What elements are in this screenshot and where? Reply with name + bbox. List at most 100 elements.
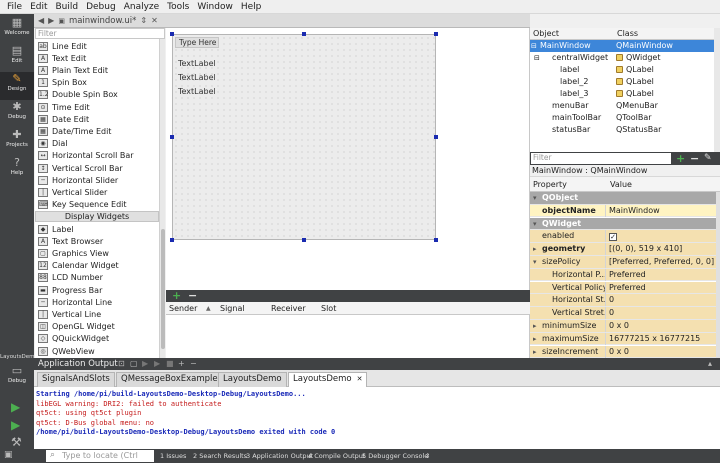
object-tree-row[interactable]: label QLabel bbox=[530, 64, 714, 76]
object-tree-row[interactable]: ⊟ MainWindow QMainWindow bbox=[530, 40, 714, 52]
property-value[interactable]: 0 x 0 bbox=[607, 346, 629, 358]
resize-handle[interactable] bbox=[170, 32, 174, 36]
widget-item[interactable]: ▢ Graphics View bbox=[35, 247, 159, 259]
configure-wrench-icon[interactable]: ✎ bbox=[704, 152, 712, 165]
output-tab-signals-and-slots[interactable]: SignalsAndSlots bbox=[37, 372, 115, 387]
mode-edit[interactable]: ▤ Edit bbox=[0, 44, 34, 72]
back-arrow-icon[interactable]: ◀ bbox=[38, 16, 44, 25]
attach-icon[interactable]: ⊡ bbox=[118, 358, 125, 370]
menu-file[interactable]: File bbox=[7, 2, 22, 12]
forward-arrow-icon[interactable]: ▶ bbox=[48, 16, 54, 25]
mode-welcome[interactable]: ▦ Welcome bbox=[0, 16, 34, 44]
run-icon[interactable]: ▶ bbox=[11, 400, 20, 414]
maximize-icon[interactable]: ▴ bbox=[708, 358, 712, 370]
remove-connection-icon[interactable]: − bbox=[188, 290, 197, 302]
col-class[interactable]: Class bbox=[617, 29, 638, 38]
widget-filter-input[interactable]: Filter bbox=[35, 28, 165, 39]
widget-item[interactable]: ▦ Date/Time Edit bbox=[35, 125, 159, 137]
widget-item[interactable]: ab Line Edit bbox=[35, 40, 159, 52]
expand-collapse-icon[interactable]: ⊟ bbox=[531, 40, 537, 52]
pane-compile-output[interactable]: 4 Compile Output bbox=[308, 449, 365, 463]
property-row[interactable]: ▸ minimumSize 0 x 0 bbox=[530, 320, 716, 333]
property-row[interactable]: Horizontal St... 0 bbox=[530, 294, 716, 307]
mode-projects[interactable]: ✚ Projects bbox=[0, 128, 34, 156]
widget-item[interactable]: ─ Horizontal Slider bbox=[35, 174, 159, 186]
application-output-log[interactable]: Starting /home/pi/build-LayoutsDemo-Desk… bbox=[34, 387, 720, 449]
property-filter-input[interactable]: Filter bbox=[531, 153, 671, 164]
object-tree-row[interactable]: label_2 QLabel bbox=[530, 76, 714, 88]
widget-item[interactable]: ◉ Dial bbox=[35, 138, 159, 150]
widget-box-scrollbar[interactable] bbox=[159, 39, 165, 358]
close-icon[interactable]: ✕ bbox=[151, 16, 158, 25]
mode-design[interactable]: ✎ Design bbox=[0, 72, 34, 100]
locator-input[interactable]: Type to locate (Ctrl bbox=[46, 450, 154, 462]
widget-item[interactable]: 1.2 Double Spin Box bbox=[35, 89, 159, 101]
menu-build[interactable]: Build bbox=[56, 2, 79, 12]
resize-handle[interactable] bbox=[434, 135, 438, 139]
output-tab-layouts-demo-active[interactable]: LayoutsDemo ✕ bbox=[288, 372, 368, 387]
object-tree-row[interactable]: label_3 QLabel bbox=[530, 88, 714, 100]
property-value[interactable]: 0 x 0 bbox=[607, 320, 629, 332]
resize-handle[interactable] bbox=[170, 238, 174, 242]
form-label-1[interactable]: TextLabel bbox=[178, 59, 216, 68]
property-value[interactable]: ✓ bbox=[607, 230, 617, 242]
debug-icon[interactable]: ▶ bbox=[154, 358, 160, 370]
widget-item[interactable]: ◫ OpenGL Widget bbox=[35, 321, 159, 333]
widget-item[interactable]: 1 Spin Box bbox=[35, 77, 159, 89]
resize-handle[interactable] bbox=[434, 238, 438, 242]
remove-property-icon[interactable]: − bbox=[690, 152, 699, 165]
menu-type-here[interactable]: Type Here bbox=[175, 37, 219, 48]
widget-item[interactable]: A Text Edit bbox=[35, 52, 159, 64]
sidebar-toggle-icon[interactable]: ▣ bbox=[4, 450, 13, 460]
property-editor-scrollbar[interactable] bbox=[716, 192, 720, 358]
object-tree-row[interactable]: menuBar QMenuBar bbox=[530, 100, 714, 112]
widget-item[interactable]: │ Vertical Line bbox=[35, 308, 159, 320]
expand-collapse-icon[interactable]: ⊟ bbox=[534, 52, 540, 64]
col-slot[interactable]: Slot bbox=[321, 304, 336, 313]
property-row[interactable]: enabled ✓ bbox=[530, 230, 716, 243]
scrollbar-thumb[interactable] bbox=[161, 229, 165, 349]
close-tab-icon[interactable]: ✕ bbox=[357, 375, 363, 383]
widget-item[interactable]: 88 LCD Number bbox=[35, 272, 159, 284]
col-sender[interactable]: Sender bbox=[169, 304, 197, 313]
object-tree-row[interactable]: mainToolBar QToolBar bbox=[530, 112, 714, 124]
property-value[interactable]: 16777215 x 16777215 bbox=[607, 333, 700, 345]
property-value[interactable]: [Preferred, Preferred, 0, 0] bbox=[607, 256, 714, 268]
object-tree-row[interactable]: statusBar QStatusBar bbox=[530, 124, 714, 136]
resize-handle[interactable] bbox=[170, 135, 174, 139]
widget-item[interactable]: ↕ Vertical Scroll Bar bbox=[35, 162, 159, 174]
pane-selector-icon[interactable]: ⇕ bbox=[425, 449, 430, 463]
property-row[interactable]: Vertical Stret... 0 bbox=[530, 307, 716, 320]
output-tab-layouts-demo[interactable]: LayoutsDemo bbox=[218, 372, 287, 387]
kit-selector[interactable]: ▭ Debug bbox=[0, 364, 34, 392]
col-receiver[interactable]: Receiver bbox=[271, 304, 306, 313]
menu-window[interactable]: Window bbox=[197, 2, 233, 12]
widget-item[interactable]: ⌨ Key Sequence Edit bbox=[35, 199, 159, 211]
widget-item[interactable]: ◎ QWebView bbox=[35, 345, 159, 357]
property-row[interactable]: objectName MainWindow bbox=[530, 204, 716, 218]
property-value[interactable]: Preferred bbox=[607, 269, 646, 281]
property-row[interactable]: ▾ QObject bbox=[530, 192, 716, 205]
widget-item[interactable]: ↔ Horizontal Scroll Bar bbox=[35, 150, 159, 162]
property-row[interactable]: ▾ QWidget bbox=[530, 217, 716, 231]
property-row[interactable]: ▸ geometry [(0, 0), 519 x 410] bbox=[530, 243, 716, 256]
property-value[interactable]: MainWindow bbox=[607, 205, 660, 217]
widget-item[interactable]: │ Vertical Slider bbox=[35, 186, 159, 198]
widget-item[interactable]: 12 Calendar Widget bbox=[35, 260, 159, 272]
property-row[interactable]: ▸ sizeIncrement 0 x 0 bbox=[530, 345, 716, 358]
property-value[interactable]: 0 bbox=[607, 307, 614, 319]
col-object[interactable]: Object bbox=[533, 29, 559, 38]
pane-debugger-console[interactable]: 5 Debugger Console bbox=[362, 449, 428, 463]
form-label-3[interactable]: TextLabel bbox=[178, 87, 216, 96]
run-icon[interactable]: ▶ bbox=[142, 358, 148, 370]
document-tab[interactable]: mainwindow.ui* bbox=[69, 16, 136, 26]
resize-handle[interactable] bbox=[434, 32, 438, 36]
menu-edit[interactable]: Edit bbox=[30, 2, 47, 12]
enabled-checkbox[interactable]: ✓ bbox=[609, 233, 617, 242]
add-property-icon[interactable]: + bbox=[676, 152, 685, 165]
add-connection-icon[interactable]: + bbox=[172, 290, 181, 302]
object-inspector-scrollbar[interactable] bbox=[714, 28, 720, 152]
zoom-in-icon[interactable]: + bbox=[178, 358, 185, 370]
menu-analyze[interactable]: Analyze bbox=[124, 2, 159, 12]
object-tree-row[interactable]: ⊟ centralWidget QWidget bbox=[530, 52, 714, 64]
